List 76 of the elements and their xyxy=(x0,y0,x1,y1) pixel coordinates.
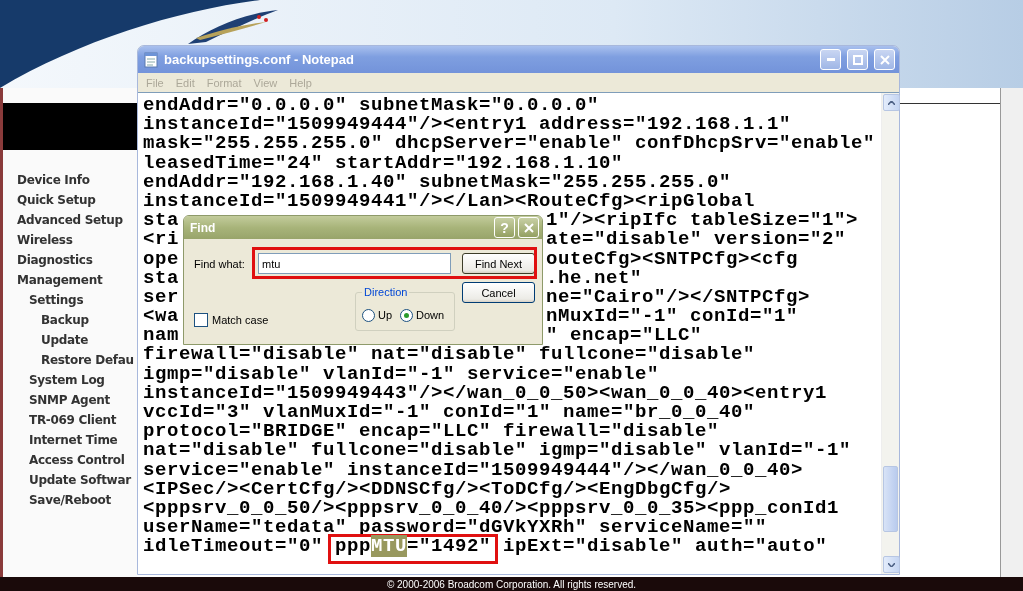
text-line: nat="disable" fullcone="disable" igmp="disable" vlanId="-1" xyxy=(143,441,853,461)
text-line: instanceId="1509949444"/><entry1 address="192.168.1.1" xyxy=(143,115,792,135)
text-line: userName="tedata" password="dGVkYXRh" serviceName="" xyxy=(143,518,768,538)
nav-link[interactable]: Quick Setup xyxy=(17,190,137,210)
maximize-icon xyxy=(852,54,863,65)
nav-link[interactable]: Diagnostics xyxy=(17,250,137,270)
cancel-button[interactable]: Cancel xyxy=(462,282,535,303)
match-case-checkbox[interactable]: Match case xyxy=(194,313,269,327)
close-button[interactable] xyxy=(874,49,895,70)
text-line: instanceId="1509949443"/></wan_0_0_50><wan_0_0_40><entry1 xyxy=(143,383,829,403)
minimize-icon xyxy=(826,58,835,61)
text-fragment: sta xyxy=(143,211,179,231)
text-line: instanceId="1509949441"/></Lan><RouteCfg><ripGlobal xyxy=(143,191,757,212)
text-fragment: sta xyxy=(143,268,179,288)
nav-link[interactable]: Restore Defau xyxy=(17,350,137,370)
scroll-thumb[interactable] xyxy=(883,466,898,532)
close-button[interactable] xyxy=(518,217,539,238)
text-fragment: ope xyxy=(143,249,179,269)
text-fragment: " encap="LLC" xyxy=(546,326,703,346)
text-fragment: ipExt="disable" auth="auto" xyxy=(502,537,828,557)
close-icon xyxy=(879,54,890,65)
text-fragment: outeCfg><SNTPCfg><cfg xyxy=(546,249,799,269)
text-fragment: <ri xyxy=(143,230,179,250)
text-line: vccId="3" vlanMuxId="-1" conId="1" name="br_0_0_40" xyxy=(143,403,756,423)
text-line: service="enable" instanceId="1509949444"/></wan_0_0_40> xyxy=(143,460,805,480)
text-fragment: nMuxId="-1" conId="1" xyxy=(546,307,799,327)
nav-link[interactable]: Advanced Setup xyxy=(17,210,137,230)
copyright-text: © 2000-2006 Broadcom Corporation. All rights reserved. xyxy=(386,578,637,590)
direction-radio[interactable]: Down xyxy=(400,308,445,322)
window-title: backupsettings.conf - Notepad xyxy=(164,52,355,67)
nav-link[interactable]: Management xyxy=(17,270,137,290)
nav-link[interactable]: TR-069 Client xyxy=(17,410,137,430)
group-label: Direction xyxy=(363,286,409,298)
nav-link[interactable]: Access Control xyxy=(17,450,137,470)
find-what-field[interactable]: mtu xyxy=(258,253,451,274)
text-line: <IPSec/><CertCfg/><DDNSCfg/><ToDCfg/><EngDbgCfg/> xyxy=(143,479,732,499)
nav-link[interactable]: SNMP Agent xyxy=(17,390,137,410)
nav-link[interactable]: Update xyxy=(17,330,137,350)
text-line: igmp="disable" vlanId="-1" service="enable" xyxy=(143,364,660,384)
text-fragment: ne="Cairo"/></SNTPCfg> xyxy=(546,287,811,308)
text-fragment: .he.net" xyxy=(546,268,642,288)
nav-link[interactable]: Save/Reboot xyxy=(17,490,137,510)
nav-link[interactable]: Backup xyxy=(17,310,137,330)
text-line: endAddr="0.0.0.0" subnetMask="0.0.0.0" xyxy=(143,96,601,116)
find-next-button[interactable]: Find Next xyxy=(462,253,535,274)
text-line: firewall="disable" nat="disable" fullcone="disable" xyxy=(143,345,757,365)
text-fragment: <wa xyxy=(143,307,179,327)
close-icon xyxy=(523,222,534,233)
nav-link[interactable]: Update Softwar xyxy=(17,470,137,490)
maximize-button[interactable] xyxy=(847,49,868,70)
text-fragment: ate="disable" version="2" xyxy=(546,230,847,250)
notepad-icon xyxy=(144,51,158,68)
text-fragment: 1"/><ripIfc tableSize="1"> xyxy=(546,211,859,231)
text-fragment: idleTimeout="0" xyxy=(143,537,325,557)
nav-link[interactable]: System Log xyxy=(17,370,137,390)
direction-radio[interactable]: Up xyxy=(362,308,393,322)
dialog-title: Find xyxy=(190,220,217,235)
minimize-button[interactable] xyxy=(820,49,841,70)
text-line: leasedTime="24" startAddr="192.168.1.10" xyxy=(143,153,625,173)
scroll-down-button[interactable] xyxy=(883,556,900,573)
selected-text: MTU xyxy=(371,535,408,558)
nav-link[interactable]: Settings xyxy=(17,290,137,310)
scroll-up-button[interactable] xyxy=(883,94,900,111)
text-fragment: ="1492" xyxy=(407,537,492,557)
text-line: mask="255.255.255.0" dhcpServer="enable" confDhcpSrv="enable" xyxy=(143,134,877,154)
scrollbar[interactable] xyxy=(881,93,899,574)
text-line: <pppsrv_0_0_50/><pppsrv_0_0_40/><pppsrv_0_0_35><ppp_conId1 xyxy=(143,498,841,519)
text-fragment: nam xyxy=(143,326,179,346)
text-fragment: ser xyxy=(143,287,179,308)
nav-link[interactable]: Internet Time xyxy=(17,430,137,450)
nav-link[interactable]: Device Info xyxy=(17,170,137,190)
field-label: Find what: xyxy=(194,257,246,270)
text-line: endAddr="192.168.1.40" subnetMask="255.255.255.0" xyxy=(143,172,733,192)
text-fragment: ppp xyxy=(335,537,372,557)
nav-link[interactable]: Wireless xyxy=(17,230,137,250)
text-line: protocol="BRIDGE" encap="LLC" firewall="disable" xyxy=(143,422,720,442)
